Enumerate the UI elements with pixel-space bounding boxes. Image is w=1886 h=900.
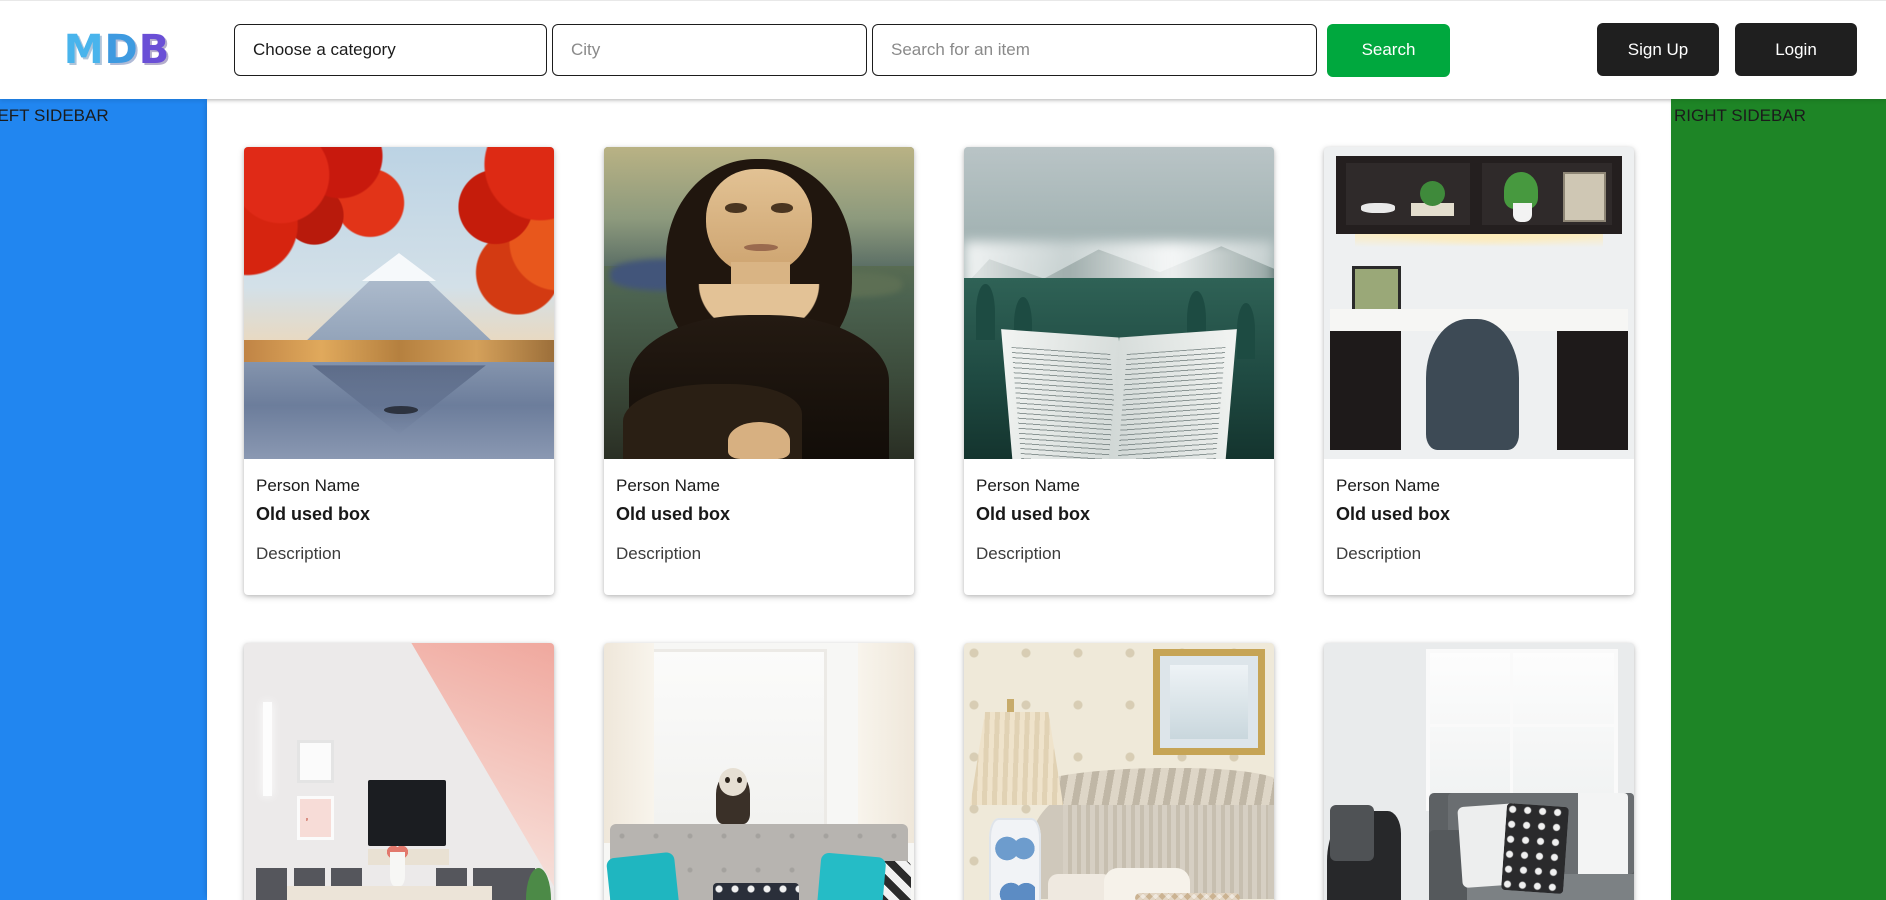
card-body: Person Name Old used box Description (964, 459, 1274, 595)
login-button[interactable]: Login (1735, 23, 1857, 76)
brand-logo-text: MDB (64, 30, 171, 70)
listing-card-grid: Person Name Old used box Description Per… (237, 147, 1641, 900)
category-select[interactable] (234, 24, 547, 76)
listing-card[interactable]: Person Name Old used box Description (244, 147, 554, 595)
top-navbar: MDB Search Sign Up Login (0, 0, 1886, 99)
card-body: Person Name Old used box Description (604, 459, 914, 595)
brand-letter-m: M (63, 27, 105, 73)
brand-logo[interactable]: MDB (0, 30, 234, 70)
card-image-mount-fuji (244, 147, 554, 459)
card-person-name: Person Name (616, 476, 720, 495)
city-input[interactable] (552, 24, 867, 76)
card-description: Description (616, 544, 702, 563)
search-bar: Search (234, 23, 1450, 77)
main-content: Person Name Old used box Description Per… (207, 99, 1671, 900)
card-image-home-office (1324, 147, 1634, 459)
listing-card[interactable]: Person Name Old used box Description (604, 147, 914, 595)
card-title: Old used box (1336, 504, 1451, 524)
left-sidebar[interactable]: LEFT SIDEBAR (0, 99, 207, 900)
right-sidebar-label: RIGHT SIDEBAR (1674, 106, 1806, 125)
listing-card[interactable]: Person Name Old used box Description (1324, 643, 1634, 900)
card-image-tufted-sofa (604, 643, 914, 900)
card-image-grey-sofa-living-room (1324, 643, 1634, 900)
listing-card[interactable]: Person Name Old used box Description (1324, 147, 1634, 595)
search-input[interactable] (872, 24, 1317, 76)
card-person-name: Person Name (256, 476, 360, 495)
listing-card[interactable]: Person Name Old used box Description (604, 643, 914, 900)
card-image-dining-room (244, 643, 554, 900)
listing-card[interactable]: Person Name Old used box Description (964, 147, 1274, 595)
card-image-open-book-forest (964, 147, 1274, 459)
listing-card[interactable]: Person Name Old used box Description (964, 643, 1274, 900)
card-person-name: Person Name (976, 476, 1080, 495)
sign-up-button[interactable]: Sign Up (1597, 23, 1719, 76)
card-title: Old used box (976, 504, 1091, 524)
card-person-name: Person Name (1336, 476, 1440, 495)
card-title: Old used box (256, 504, 371, 524)
search-button[interactable]: Search (1327, 23, 1450, 77)
page-body: LEFT SIDEBAR Person Name Old used box De… (0, 99, 1886, 900)
card-description: Description (256, 544, 342, 563)
listing-card[interactable]: Person Name Old used box Description (244, 643, 554, 900)
card-description: Description (1336, 544, 1422, 563)
card-body: Person Name Old used box Description (244, 459, 554, 595)
right-sidebar[interactable]: RIGHT SIDEBAR (1671, 99, 1886, 900)
card-image-bedroom (964, 643, 1274, 900)
card-image-mona-lisa (604, 147, 914, 459)
card-body: Person Name Old used box Description (1324, 459, 1634, 595)
brand-letter-d: D (104, 27, 139, 73)
left-sidebar-label: LEFT SIDEBAR (0, 106, 109, 125)
card-description: Description (976, 544, 1062, 563)
auth-buttons: Sign Up Login (1597, 23, 1857, 76)
card-title: Old used box (616, 504, 731, 524)
brand-letter-b: B (138, 27, 171, 73)
